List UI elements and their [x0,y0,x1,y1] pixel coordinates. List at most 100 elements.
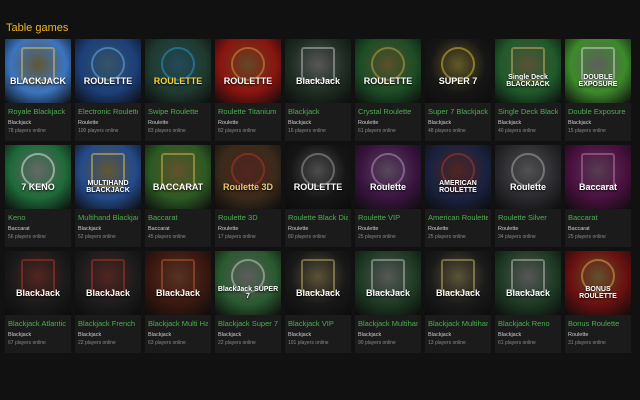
game-category: Roulette [498,226,519,232]
game-thumbnail[interactable]: MULTIHAND BLACKJACK [75,145,141,209]
game-name[interactable]: Blackjack Atlantic City [8,319,68,329]
game-thumbnail[interactable]: BONUS ROULETTE [565,251,631,315]
game-card[interactable]: BlackJack Blackjack Blackjack 16 players on… [285,39,351,141]
game-name[interactable]: Blackjack Super 7 [218,319,278,329]
game-card[interactable]: Roulette Roulette Silver Roulette 34 player… [495,145,561,247]
game-card[interactable]: BlackJack Blackjack Multihand VIP Blackjac… [425,251,491,353]
game-card[interactable]: BACCARAT Baccarat Baccarat 45 players onlin… [145,145,211,247]
game-thumbnail[interactable]: Roulette [355,145,421,209]
game-name[interactable]: Bonus Roulette [568,319,628,329]
game-card[interactable]: ROULETTE Electronic Roulette Roulette 100 p… [75,39,141,141]
game-name[interactable]: Crystal Roulette [358,107,418,117]
game-thumbnail-title: AMERICAN ROULETTE [439,180,477,194]
game-thumbnail[interactable]: BLACKJACK [5,39,71,103]
players-online-count: 90 players online [358,340,396,346]
game-info: Blackjack Reno Blackjack 61 players online [495,315,561,346]
game-card[interactable]: BlackJack Blackjack VIP Blackjack 101 playe… [285,251,351,353]
game-card[interactable]: MULTIHAND BLACKJACK Multihand Blackjack Bl… [75,145,141,247]
game-category: Blackjack [148,332,172,338]
game-name[interactable]: Super 7 Blackjack [428,107,488,117]
game-category: Roulette [218,226,239,232]
game-thumbnail[interactable]: Single Deck BLACKJACK [495,39,561,103]
game-card[interactable]: ROULETTE Swipe Roulette Roulette 83 players… [145,39,211,141]
game-thumbnail[interactable]: BlackJack [425,251,491,315]
game-card[interactable]: BlackJack Blackjack Multihand Blackjack 90 … [355,251,421,353]
game-card[interactable]: DOUBLE EXPOSURE Double Exposure Blackjack 1… [565,39,631,141]
game-thumbnail[interactable]: AMERICAN ROULETTE [425,145,491,209]
game-thumbnail[interactable]: BlackJack [355,251,421,315]
game-name[interactable]: Baccarat [148,213,208,223]
game-thumbnail[interactable]: ROULETTE [215,39,281,103]
game-thumbnail[interactable]: Roulette [495,145,561,209]
game-name[interactable]: Blackjack VIP [288,319,348,329]
game-thumbnail[interactable]: ROULETTE [75,39,141,103]
game-name[interactable]: Blackjack Multihand [358,319,418,329]
game-name[interactable]: Blackjack Multihand VIP [428,319,488,329]
game-card[interactable]: BLACKJACK Royale Blackjack Blackjack 78 pla… [5,39,71,141]
game-name[interactable]: Roulette VIP [358,213,418,223]
players-online-count: 48 players online [428,128,466,134]
game-thumbnail[interactable]: 7 KENO [5,145,71,209]
game-card[interactable]: BlackJack SUPER 7 Blackjack Super 7 Blackj… [215,251,281,353]
game-card[interactable]: BlackJack Blackjack Reno Blackjack 61 playe… [495,251,561,353]
game-name[interactable]: Blackjack [288,107,348,117]
game-name[interactable]: Multihand Blackjack [78,213,138,223]
game-category: Blackjack [8,120,32,126]
game-name[interactable]: Double Exposure [568,107,628,117]
game-name[interactable]: Blackjack Reno [498,319,558,329]
game-card[interactable]: ROULETTE Roulette Titanium Roulette 82 play… [215,39,281,141]
game-name[interactable]: American Roulette [428,213,488,223]
game-name[interactable]: Keno [8,213,68,223]
game-thumbnail[interactable]: BlackJack [495,251,561,315]
game-info: Blackjack Blackjack 16 players online [285,103,351,134]
players-online-count: 78 players online [8,128,46,134]
game-name[interactable]: Roulette 3D [218,213,278,223]
game-thumbnail[interactable]: BlackJack [285,39,351,103]
game-card[interactable]: Baccarat Baccarat Baccarat 25 players onlin… [565,145,631,247]
game-thumbnail-title: BlackJack [15,287,61,298]
game-thumbnail[interactable]: BlackJack SUPER 7 [215,251,281,315]
game-thumbnail[interactable]: ROULETTE [355,39,421,103]
game-thumbnail-title: Single Deck BLACKJACK [506,74,550,88]
game-name[interactable]: Roulette Titanium [218,107,278,117]
game-thumbnail[interactable]: BACCARAT [145,145,211,209]
game-name[interactable]: Electronic Roulette [78,107,138,117]
game-thumbnail-title: ROULETTE [363,75,413,86]
game-card[interactable]: ROULETTE Crystal Roulette Roulette 61 playe… [355,39,421,141]
game-card[interactable]: BlackJackBlackjack Atlantic CityBlackjac… [5,251,71,353]
game-name[interactable]: Blackjack Multi Hand [148,319,208,329]
game-category: Roulette [288,226,309,232]
game-thumbnail[interactable]: BlackJack [145,251,211,315]
game-card[interactable]: Single Deck BLACKJACK Single Deck Blackja… [495,39,561,141]
game-card[interactable]: BlackJack Blackjack French Blackjack 22 pla… [75,251,141,353]
game-thumbnail[interactable]: ROULETTE [145,39,211,103]
players-online-count: 16 players online [288,128,326,134]
game-name[interactable]: Baccarat [568,213,628,223]
game-thumbnail[interactable]: Baccarat [565,145,631,209]
game-name[interactable]: Roulette Black Diamond [288,213,348,223]
game-category: Blackjack [428,332,452,338]
game-thumbnail[interactable]: BlackJack [5,251,71,315]
game-card[interactable]: BlackJack Blackjack Multi Hand Blackjack 63… [145,251,211,353]
game-card[interactable]: SUPER 7 Super 7 Blackjack Blackjack 48 play… [425,39,491,141]
game-name[interactable]: Single Deck Blackjack [498,107,558,117]
game-thumbnail[interactable]: SUPER 7 [425,39,491,103]
game-thumbnail[interactable]: DOUBLE EXPOSURE [565,39,631,103]
game-card[interactable]: AMERICAN ROULETTE American Roulette Roulet… [425,145,491,247]
game-card[interactable]: ROULETTE Roulette Black Diamond Roulette 80… [285,145,351,247]
game-card[interactable]: Roulette Roulette VIP Roulette 25 players o… [355,145,421,247]
game-thumbnail[interactable]: ROULETTE [285,145,351,209]
game-thumbnail[interactable]: BlackJack [75,251,141,315]
game-name[interactable]: Roulette Silver [498,213,558,223]
game-name[interactable]: Swipe Roulette [148,107,208,117]
game-name[interactable]: Blackjack French [78,319,138,329]
game-card[interactable]: 7 KENO Keno Baccarat 56 players online [5,145,71,247]
game-thumbnail[interactable]: Roulette 3D [215,145,281,209]
game-card[interactable]: Roulette 3D Roulette 3D Roulette 17 players… [215,145,281,247]
game-thumbnail[interactable]: BlackJack [285,251,351,315]
game-name[interactable]: Royale Blackjack [8,107,68,117]
game-card[interactable]: BONUS ROULETTE Bonus Roulette Roulette 31 p… [565,251,631,353]
game-category: Roulette [78,120,99,126]
game-thumbnail-title: BlackJack [155,287,201,298]
game-category: Blackjack [428,120,452,126]
